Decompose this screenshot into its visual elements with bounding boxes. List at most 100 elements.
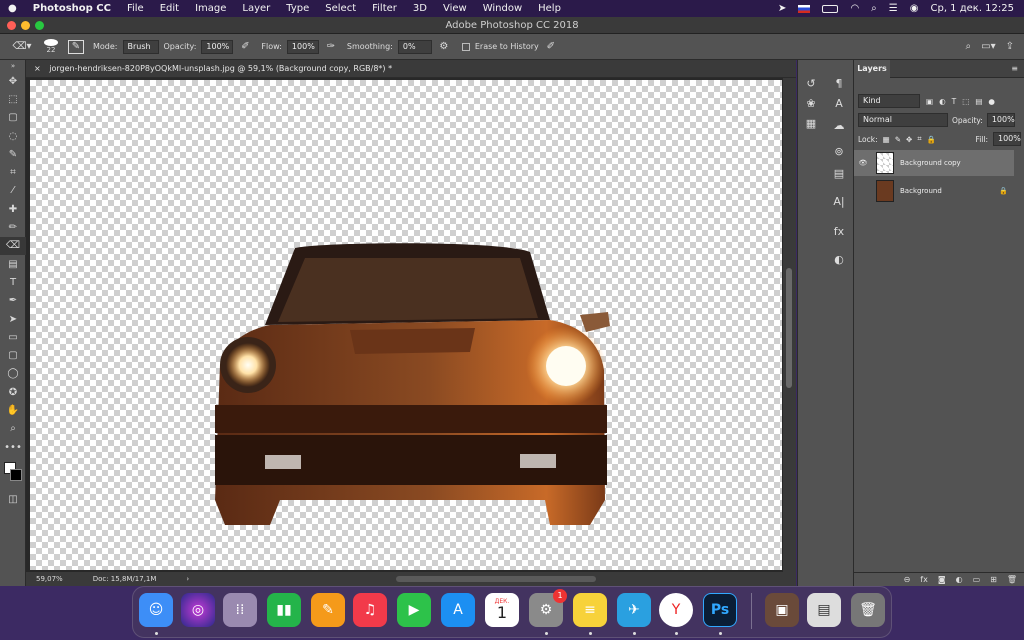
menu-layer[interactable]: Layer [234, 3, 278, 14]
visibility-eye-icon[interactable]: 👁 [854, 159, 872, 167]
menu-edit[interactable]: Edit [152, 3, 187, 14]
layer-row-background[interactable]: Background 🔒 [854, 178, 1014, 204]
numbers-icon[interactable]: ▮▮ [267, 593, 301, 627]
downloads-stack-icon[interactable]: ▤ [807, 593, 841, 627]
pen-tool-icon[interactable]: ✒ [0, 292, 26, 310]
battery-icon[interactable] [822, 4, 839, 13]
libraries-panel-icon[interactable]: ☁ [826, 116, 852, 134]
menu-image[interactable]: Image [187, 3, 234, 14]
layer-name[interactable]: Background [900, 187, 942, 195]
delete-layer-icon[interactable]: 🗑 [1007, 575, 1017, 584]
notes-icon[interactable]: ≡ [573, 593, 607, 627]
layer-opacity-field[interactable]: 100% [986, 113, 1015, 127]
lasso-tool-icon[interactable]: ◌ [0, 127, 26, 145]
control-center-icon[interactable]: ☰ [889, 3, 898, 14]
quick-selection-tool-icon[interactable]: ✎ [0, 145, 26, 163]
paragraph-panel-icon[interactable]: ¶ [826, 74, 852, 92]
share-icon[interactable]: ⇪ [1006, 41, 1014, 52]
filter-toggle-icon[interactable]: ● [988, 97, 995, 106]
character-panel-icon[interactable]: A [826, 94, 852, 112]
new-adjustment-icon[interactable]: ◐ [956, 575, 963, 584]
filter-kind-select[interactable]: Kind [858, 94, 920, 108]
menu-type[interactable]: Type [278, 3, 317, 14]
crop-tool-icon[interactable]: ⌗ [0, 163, 26, 181]
eyedropper-tool-icon[interactable]: ⁄ [0, 182, 26, 200]
document-size[interactable]: Doc: 15,8M/17,1M [93, 572, 157, 586]
brush-preset-picker[interactable]: 22 [39, 39, 63, 54]
siri-dock-icon[interactable]: ◎ [181, 593, 215, 627]
smoothing-options-gear-icon[interactable]: ⚙ [437, 41, 451, 52]
menu-select[interactable]: Select [317, 3, 364, 14]
lock-artboard-icon[interactable]: ⌗ [917, 134, 921, 144]
custom-shape-tool-icon[interactable]: ✪ [0, 383, 26, 401]
move-tool-icon[interactable]: ✥ [0, 72, 26, 90]
filter-smartobject-icon[interactable]: ▤ [975, 97, 982, 106]
add-mask-icon[interactable]: ◙ [938, 575, 946, 584]
yandex-browser-icon[interactable]: Y [659, 593, 693, 627]
recent-image-thumbnail[interactable]: ▣ [765, 593, 799, 627]
trash-icon[interactable]: 🗑 [851, 593, 885, 627]
menu-window[interactable]: Window [475, 3, 530, 14]
smoothing-field[interactable]: 0% [397, 39, 432, 54]
filter-pixel-icon[interactable]: ▣ [926, 97, 933, 106]
erase-to-history-checkbox[interactable] [461, 42, 470, 51]
close-document-icon[interactable]: × [34, 64, 41, 73]
siri-icon[interactable]: ◉ [910, 3, 919, 14]
status-menu-chevron-icon[interactable]: › [186, 572, 189, 586]
layer-row-background-copy[interactable]: 👁 Background copy [854, 150, 1014, 176]
brush-tool-icon[interactable]: ✏ [0, 218, 26, 236]
type-tool-icon[interactable]: T [0, 273, 26, 291]
document-canvas[interactable] [30, 80, 782, 570]
quick-mask-icon[interactable]: ◫ [0, 490, 26, 508]
finder-icon[interactable]: ☺ [139, 593, 173, 627]
apple-menu-icon[interactable]: ● [0, 3, 25, 14]
toolbar-collapse-icon[interactable]: » [0, 60, 26, 72]
flow-field[interactable]: 100% [286, 39, 319, 54]
gradient-tool-icon[interactable]: ▤ [0, 255, 26, 273]
menu-file[interactable]: File [119, 3, 152, 14]
channels-panel-icon[interactable]: ◐ [826, 250, 852, 268]
lock-transparent-icon[interactable]: ▦ [883, 135, 890, 144]
workspace-icon[interactable]: ▭▾ [981, 41, 995, 52]
adjustments-panel-icon[interactable]: ⊚ [826, 142, 852, 160]
facetime-icon[interactable]: ▶ [397, 593, 431, 627]
horizontal-scrollbar[interactable] [396, 576, 596, 582]
properties-panel-icon[interactable]: ▤ [826, 164, 852, 182]
minimize-window-button[interactable] [21, 21, 30, 30]
app-menu[interactable]: Photoshop CC [25, 3, 119, 14]
location-icon[interactable]: ➤ [778, 3, 786, 14]
hand-tool-icon[interactable]: ✋ [0, 401, 26, 419]
layer-name[interactable]: Background copy [900, 159, 961, 167]
glyphs-panel-icon[interactable]: A| [826, 192, 852, 210]
swatches-panel-icon[interactable]: ▦ [798, 114, 824, 132]
menu-help[interactable]: Help [530, 3, 569, 14]
opacity-field[interactable]: 100% [201, 39, 234, 54]
clock[interactable]: Ср, 1 дек. 12:25 [930, 3, 1014, 14]
brush-settings-icon[interactable]: ✎ [68, 39, 84, 54]
close-window-button[interactable] [7, 21, 16, 30]
layers-tab[interactable]: Layers [854, 60, 890, 78]
color-swatches[interactable] [0, 456, 26, 490]
path-selection-tool-icon[interactable]: ➤ [0, 310, 26, 328]
language-flag-icon[interactable] [798, 4, 811, 13]
blend-mode-select[interactable]: Normal [858, 113, 948, 127]
pages-icon[interactable]: ✎ [311, 593, 345, 627]
calendar-icon[interactable]: ДЕК. 1 [485, 593, 519, 627]
filter-adjustment-icon[interactable]: ◐ [939, 97, 946, 106]
new-layer-icon[interactable]: ⊞ [990, 575, 997, 584]
artboard-tool-icon[interactable]: ⬚ [0, 90, 26, 108]
pressure-size-icon[interactable]: ✐ [544, 41, 558, 52]
ellipse-tool-icon[interactable]: ◯ [0, 365, 26, 383]
zoom-level[interactable]: 59,07% [36, 572, 63, 586]
panel-menu-icon[interactable]: ≡ [1011, 60, 1018, 78]
eraser-tool-preset-icon[interactable]: ⌫▾ [10, 41, 34, 52]
mode-select[interactable]: Brush [122, 39, 159, 54]
actions-panel-icon[interactable]: ❀ [798, 94, 824, 112]
launchpad-icon[interactable]: ⁞⁞ [223, 593, 257, 627]
airbrush-icon[interactable]: ✑ [324, 41, 338, 52]
history-panel-icon[interactable]: ↺ [798, 74, 824, 92]
healing-brush-tool-icon[interactable]: ✚ [0, 200, 26, 218]
search-icon[interactable]: ⌕ [966, 41, 972, 52]
zoom-window-button[interactable] [35, 21, 44, 30]
marquee-tool-icon[interactable]: ▢ [0, 109, 26, 127]
